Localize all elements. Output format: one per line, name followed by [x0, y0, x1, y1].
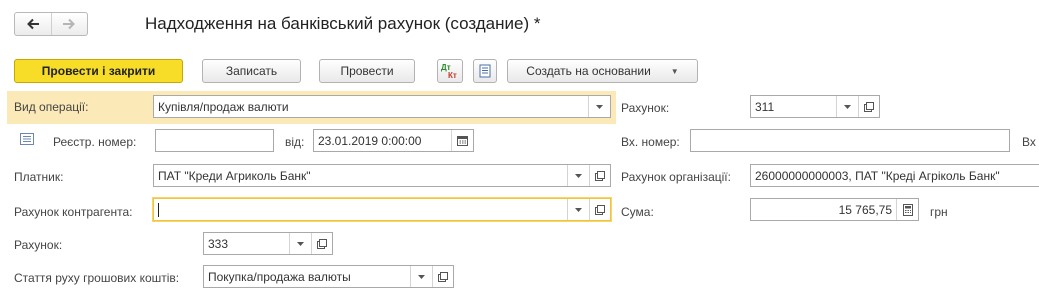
open-icon[interactable]: [589, 165, 610, 186]
account-select[interactable]: 333: [203, 232, 333, 255]
incoming-date-label-cut: Вх: [1022, 135, 1036, 149]
counterparty-account-select[interactable]: [153, 198, 611, 221]
text-cursor: [158, 202, 159, 217]
chevron-down-icon[interactable]: [567, 199, 589, 220]
chevron-down-icon[interactable]: [836, 96, 858, 117]
date-input[interactable]: 23.01.2019 0:00:00: [313, 129, 474, 152]
operation-type-label: Вид операції:: [14, 100, 89, 114]
date-label: від:: [285, 135, 305, 149]
document-icon: [479, 64, 491, 78]
amount-value: 15 765,75: [838, 202, 892, 217]
cash-flow-item-select[interactable]: Покупка/продажа валюты: [203, 265, 454, 288]
currency-label: грн: [930, 205, 948, 219]
cash-flow-item-label: Стаття руху грошових коштів:: [14, 271, 180, 285]
amount-input[interactable]: 15 765,75: [750, 198, 919, 221]
payer-value: ПАТ "Креди Агриколь Банк": [158, 168, 311, 183]
amount-label: Сума:: [621, 205, 654, 219]
reg-number-label: Реєстр. номер:: [53, 135, 137, 149]
account-value: 333: [208, 236, 229, 251]
incoming-number-label: Вх. номер:: [621, 135, 680, 149]
navigation-buttons: [14, 12, 88, 36]
date-value: 23.01.2019 0:00:00: [318, 133, 422, 148]
post-button[interactable]: Провести: [319, 59, 415, 83]
page-title: Надходження на банківський рахунок (созд…: [145, 14, 541, 33]
operation-type-value: Купівля/продаж валюти: [158, 99, 289, 114]
open-icon[interactable]: [432, 266, 453, 287]
org-account-code-value: 311: [755, 99, 775, 114]
open-icon[interactable]: [311, 233, 332, 254]
counterparty-account-label: Рахунок контрагента:: [14, 205, 133, 219]
incoming-number-value: [691, 130, 1009, 151]
post-and-close-button[interactable]: Провести і закрити: [14, 59, 183, 83]
open-icon[interactable]: [858, 96, 879, 117]
org-account-label: Рахунок організації:: [621, 170, 731, 184]
create-based-on-button[interactable]: Создать на основании ▼: [507, 59, 698, 83]
org-account-value: 26000000000003, ПАТ "Креді Агріколь Банк…: [755, 168, 1000, 183]
dt-kt-button[interactable]: Дт Кт: [437, 59, 463, 83]
forward-button[interactable]: [50, 13, 87, 35]
svg-text:Кт: Кт: [448, 71, 457, 80]
operation-type-select[interactable]: Купівля/продаж валюти: [153, 95, 611, 118]
payer-label: Платник:: [14, 170, 64, 184]
org-account-code-label: Рахунок:: [621, 101, 670, 115]
open-icon[interactable]: [589, 199, 610, 220]
arrow-left-icon: [27, 18, 39, 30]
account-label: Рахунок:: [14, 238, 63, 252]
org-account-code-select[interactable]: 311: [750, 95, 880, 118]
incoming-number-input[interactable]: [690, 129, 1010, 152]
chevron-down-icon[interactable]: [410, 266, 432, 287]
reg-number-value: [156, 130, 273, 151]
chevron-down-icon[interactable]: [588, 96, 610, 117]
chevron-down-icon: ▼: [670, 66, 679, 76]
chevron-down-icon[interactable]: [289, 233, 311, 254]
reg-number-input[interactable]: [155, 129, 274, 152]
back-button[interactable]: [15, 13, 51, 35]
debit-credit-icon: Дт Кт: [441, 63, 457, 80]
counterparty-account-value: [154, 199, 567, 220]
chevron-down-icon[interactable]: [567, 165, 589, 186]
calculator-icon[interactable]: [896, 199, 918, 220]
arrow-right-icon: [63, 18, 76, 30]
payer-select[interactable]: ПАТ "Креди Агриколь Банк": [153, 164, 611, 187]
list-icon[interactable]: [20, 133, 34, 148]
report-button[interactable]: [473, 59, 497, 83]
calendar-icon[interactable]: [451, 130, 473, 151]
write-button[interactable]: Записать: [202, 59, 301, 83]
create-based-on-label: Создать на основании: [526, 64, 651, 78]
cash-flow-item-value: Покупка/продажа валюты: [208, 269, 351, 284]
org-account-select[interactable]: 26000000000003, ПАТ "Креді Агріколь Банк…: [750, 164, 1039, 187]
